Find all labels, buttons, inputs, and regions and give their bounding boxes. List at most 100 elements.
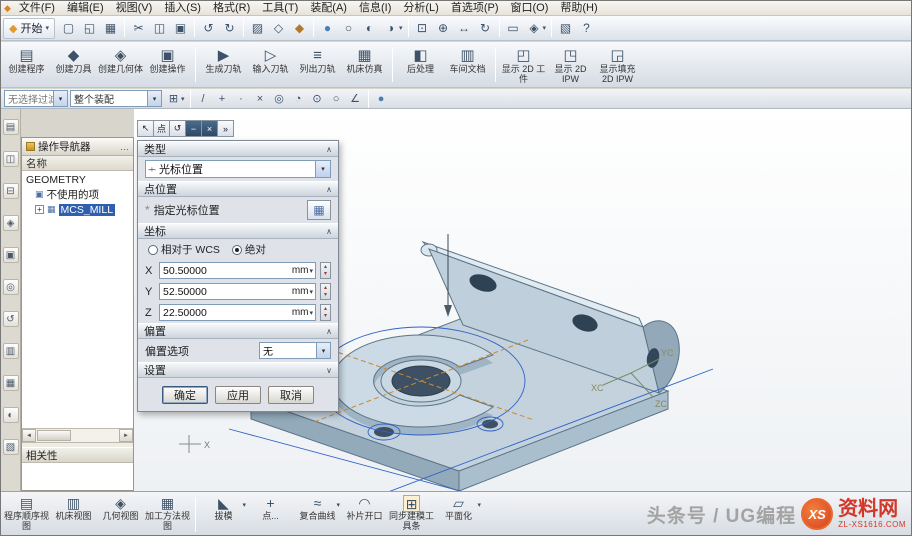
rotate-tool-icon[interactable]: ↺ (169, 120, 186, 137)
y-value-input[interactable]: 52.50000mm▾ (159, 283, 316, 300)
name-column-header[interactable]: 名称 (22, 156, 133, 171)
menu-item-8[interactable]: 信息(I) (353, 1, 397, 15)
create-operation-button[interactable]: ▣创建操作 (144, 43, 191, 86)
draft-button[interactable]: ◣拔模▾ (200, 493, 247, 536)
trimetric-view-icon-caret[interactable]: ▾ (543, 24, 547, 32)
angle-snap-icon[interactable]: ∠ (346, 90, 365, 108)
menu-item-9[interactable]: 分析(L) (397, 1, 444, 15)
render-style-icon[interactable]: ◑ (380, 18, 401, 39)
process-studio-icon[interactable]: ▥ (3, 343, 19, 359)
section-settings-chevron-icon[interactable]: ∨ (326, 366, 332, 375)
menu-item-5[interactable]: 格式(R) (207, 1, 256, 15)
rotate-view-icon[interactable]: ↻ (475, 18, 496, 39)
menu-item-6[interactable]: 工具(T) (256, 1, 304, 15)
reuse-library-icon[interactable]: ◈ (3, 215, 19, 231)
z-stepper[interactable]: ▴▾ (320, 304, 331, 321)
section-type-header[interactable]: 类型 ∧ (138, 141, 338, 157)
menu-item-3[interactable]: 视图(V) (110, 1, 159, 15)
shop-doc-button[interactable]: ▥车间文档 (444, 43, 491, 86)
scroll-left-icon[interactable]: ◄ (22, 429, 36, 442)
stepper-down-icon[interactable]: ▾ (324, 313, 327, 320)
start-button[interactable]: ◆ 开始 ▾ (3, 18, 55, 39)
absolute-radio[interactable]: 绝对 (232, 242, 266, 257)
selection-scope-combo[interactable]: 整个装配 ▾ (70, 90, 162, 107)
expander-icon[interactable]: + (35, 205, 44, 214)
show-2d-ipw-button[interactable]: ◳显示 2D IPW (547, 43, 594, 86)
snap-point-toggle-icon-caret[interactable]: ▾ (181, 95, 185, 103)
save-icon[interactable]: ▦ (100, 18, 121, 39)
input-toolpath-button[interactable]: ▷输入刀轨 (247, 43, 294, 86)
undo-icon[interactable]: ↺ (198, 18, 219, 39)
machining-method-view-button[interactable]: ▦加工方法视图 (144, 493, 191, 536)
sphere-snap-icon[interactable]: ● (372, 90, 391, 108)
stepper-up-icon[interactable]: ▴ (324, 306, 327, 313)
fit-view-icon[interactable]: ⊡ (412, 18, 433, 39)
section-coords-header[interactable]: 坐标 ∧ (138, 223, 338, 239)
scroll-track[interactable] (36, 429, 119, 442)
stepper-up-icon[interactable]: ▴ (324, 264, 327, 271)
relative-wcs-radio[interactable]: 相对于 WCS (148, 242, 220, 257)
help-cursor-icon[interactable]: ? (576, 18, 597, 39)
offset-option-combo[interactable]: 无 ▾ (259, 342, 331, 359)
roles-icon[interactable]: ◐ (3, 407, 19, 423)
zoom-in-icon[interactable]: ⊕ (433, 18, 454, 39)
machine-tool-view-button[interactable]: ▥机床视图 (50, 493, 97, 536)
draft-button-caret[interactable]: ▾ (242, 501, 246, 509)
render-style-icon-caret[interactable]: ▾ (399, 24, 403, 32)
apply-button[interactable]: 应用 (215, 386, 261, 404)
menu-item-11[interactable]: 窗口(O) (505, 1, 555, 15)
quadrant-snap-icon[interactable]: ◔ (289, 90, 308, 108)
stepper-down-icon[interactable]: ▾ (324, 292, 327, 299)
unit-caret-icon[interactable]: ▾ (309, 309, 315, 317)
z-value-input[interactable]: 22.50000mm▾ (159, 304, 316, 321)
cancel-button[interactable]: 取消 (268, 386, 314, 404)
shaded-view-icon[interactable]: ● (317, 18, 338, 39)
dependencies-header[interactable]: 相关性 (22, 447, 133, 463)
wireframe-view-icon[interactable]: ○ (338, 18, 359, 39)
sketch-icon[interactable]: ▨ (247, 18, 268, 39)
composite-curve-button[interactable]: ≈复合曲线▾ (294, 493, 341, 536)
patch-opening-button[interactable]: ◠补片开口 (341, 493, 388, 536)
menu-item-7[interactable]: 装配(A) (304, 1, 353, 15)
section-point-chevron-icon[interactable]: ∧ (326, 185, 332, 194)
create-program-button[interactable]: ▤创建程序 (3, 43, 50, 86)
flatten-button-caret[interactable]: ▾ (477, 501, 481, 509)
pan-icon[interactable]: ↔ (454, 18, 475, 39)
control-point-snap-icon[interactable]: · (232, 90, 251, 108)
tree-item-unused[interactable]: ▣不使用的项 (22, 187, 133, 202)
feature-icon[interactable]: ◆ (289, 18, 310, 39)
create-tool-button[interactable]: ◆创建刀具 (50, 43, 97, 86)
datum-plane-icon[interactable]: ◇ (268, 18, 289, 39)
point-type-caret-icon[interactable]: ▾ (315, 161, 330, 177)
web-browser-icon[interactable]: ◎ (3, 279, 19, 295)
stepper-down-icon[interactable]: ▾ (324, 271, 327, 278)
unit-caret-icon[interactable]: ▾ (309, 288, 315, 296)
open-icon[interactable]: ◱ (79, 18, 100, 39)
flatten-button[interactable]: ▱平面化▾ (435, 493, 482, 536)
generate-toolpath-button[interactable]: ▶生成刀轨 (200, 43, 247, 86)
new-icon[interactable]: ▢ (58, 18, 79, 39)
midpoint-snap-icon[interactable]: + (213, 90, 232, 108)
assembly-navigator-icon[interactable]: ▤ (3, 119, 19, 135)
navigator-titlebar[interactable]: 操作导航器 … (22, 138, 133, 156)
menu-item-1[interactable]: 文件(F) (13, 1, 61, 15)
absolute-radio-dot[interactable] (232, 245, 242, 255)
navigator-menu-icon[interactable]: … (120, 142, 129, 152)
existing-point-snap-icon[interactable]: ⊙ (308, 90, 327, 108)
part-navigator-icon[interactable]: ⊟ (3, 183, 19, 199)
geometry-view-button[interactable]: ◈几何视图 (97, 493, 144, 536)
history-icon[interactable]: ↺ (3, 311, 19, 327)
tree-item-geometry[interactable]: GEOMETRY (22, 172, 133, 187)
copy-icon[interactable]: ◫ (149, 18, 170, 39)
cut-icon[interactable]: ✂ (128, 18, 149, 39)
menu-item-4[interactable]: 插入(S) (158, 1, 207, 15)
select-cursor-icon[interactable]: ↖ (137, 120, 154, 137)
half-shade-icon[interactable]: ◐ (359, 18, 380, 39)
selection-filter-caret-icon[interactable]: ▾ (53, 91, 67, 106)
more-tools-icon[interactable]: » (217, 120, 234, 137)
point-type-combo[interactable]: -+- 光标位置 ▾ (145, 160, 331, 178)
section-type-chevron-icon[interactable]: ∧ (326, 145, 332, 154)
unit-caret-icon[interactable]: ▾ (309, 267, 315, 275)
y-stepper[interactable]: ▴▾ (320, 283, 331, 300)
menu-item-10[interactable]: 首选项(P) (445, 1, 505, 15)
